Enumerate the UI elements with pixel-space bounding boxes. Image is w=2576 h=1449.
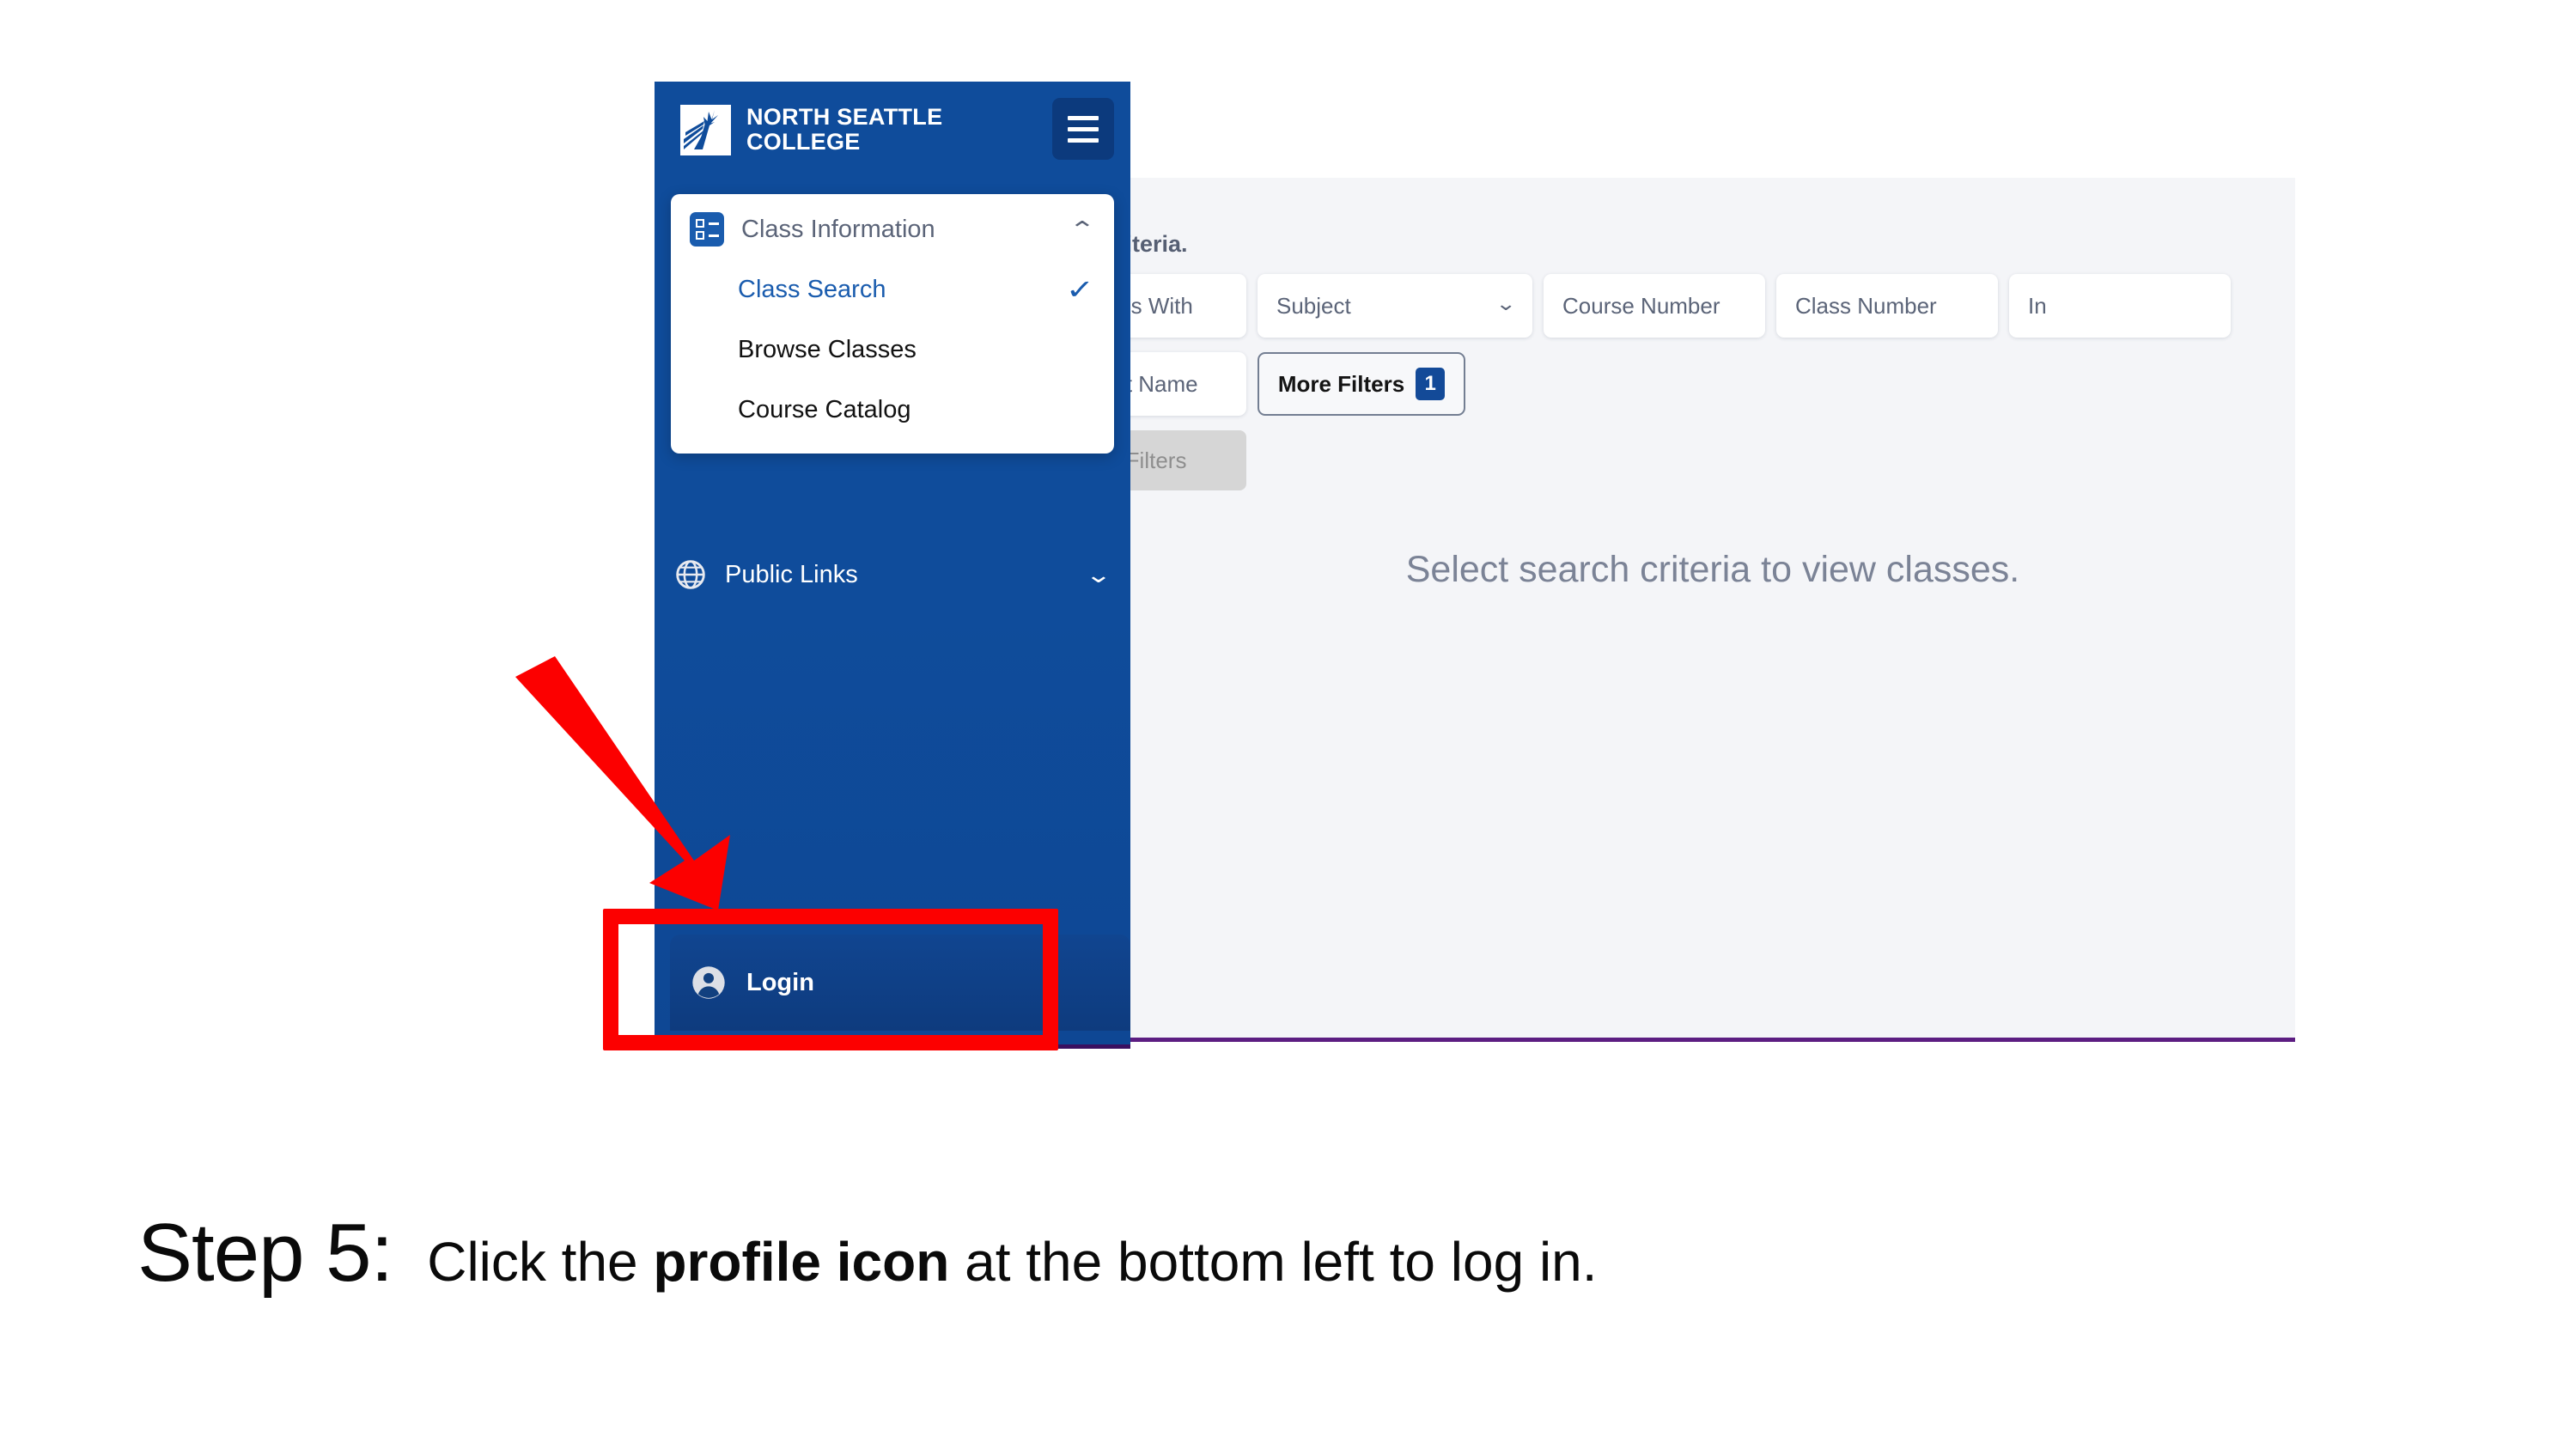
subject-begins-with-label: oject Begins With [1130, 292, 1193, 319]
search-criteria-note: riteria. [1130, 231, 1188, 257]
class-information-label: Class Information [741, 215, 935, 243]
more-filters-button[interactable]: More Filters 1 [1258, 352, 1465, 416]
caption-text-after: at the bottom left to log in. [949, 1231, 1598, 1293]
course-number-input[interactable]: Course Number [1544, 274, 1765, 338]
instructor-label: In [2028, 292, 2047, 319]
chevron-down-icon: ⌄ [1495, 293, 1517, 314]
brand-line-2: COLLEGE [746, 129, 861, 155]
filter-row-3: Reset Filters [1130, 430, 1246, 490]
filter-row-1: oject Begins With Subject ⌄ Course Numbe… [1130, 274, 2231, 338]
chevron-down-icon: ⌄ [1085, 562, 1112, 588]
class-information-dropdown: Class Information ⌃ Class Search ✓ Brows… [671, 194, 1114, 454]
application-screenshot: riteria. oject Begins With Subject ⌄ Cou… [655, 82, 2295, 1049]
browse-classes-label: Browse Classes [738, 335, 917, 363]
empty-state-message: Select search criteria to view classes. [1405, 549, 2020, 590]
globe-icon [676, 560, 705, 589]
sidebar-item-course-catalog[interactable]: Course Catalog [671, 380, 1114, 440]
caption-text-bold: profile icon [653, 1231, 950, 1293]
reset-filters-button[interactable]: Reset Filters [1130, 430, 1246, 490]
filter-row-2: tructor Last Name More Filters 1 [1130, 352, 1465, 416]
chevron-up-icon: ⌃ [1069, 216, 1096, 242]
sidebar-item-browse-classes[interactable]: Browse Classes [671, 320, 1114, 380]
class-number-input[interactable]: Class Number [1776, 274, 1998, 338]
step-caption: Step 5: Click the profile icon at the bo… [137, 1206, 1598, 1300]
instructor-input[interactable]: In [2009, 274, 2231, 338]
more-filters-count-badge: 1 [1416, 368, 1446, 400]
brand-name: NORTH SEATTLE COLLEGE [746, 105, 942, 154]
red-arrow-pointing-to-login [515, 656, 730, 910]
sidebar-item-class-search[interactable]: Class Search ✓ [671, 259, 1114, 320]
brand-header: NORTH SEATTLE COLLEGE [655, 82, 1130, 178]
class-search-content-panel: riteria. oject Begins With Subject ⌄ Cou… [1130, 178, 2295, 1042]
hamburger-bar-1 [1068, 115, 1099, 120]
hamburger-menu-icon[interactable] [1052, 98, 1114, 160]
hamburger-bar-2 [1068, 126, 1099, 131]
checkmark-icon: ✓ [1065, 274, 1095, 305]
caption-text-before: Click the [427, 1231, 654, 1293]
list-grid-icon [690, 212, 724, 247]
instructor-last-name-input[interactable]: tructor Last Name [1130, 352, 1246, 416]
hamburger-bar-3 [1068, 137, 1099, 143]
step-label: Step 5: [137, 1207, 393, 1299]
subject-begins-with-input[interactable]: oject Begins With [1130, 274, 1246, 338]
sidebar-item-public-links[interactable]: Public Links ⌄ [655, 544, 1130, 606]
subject-select[interactable]: Subject ⌄ [1258, 274, 1532, 338]
step-description: Click the profile icon at the bottom lef… [427, 1230, 1597, 1294]
public-links-label: Public Links [725, 560, 858, 588]
course-number-label: Course Number [1562, 292, 1720, 319]
sidebar-item-class-information[interactable]: Class Information ⌃ [671, 199, 1114, 259]
class-search-label: Class Search [738, 275, 886, 303]
comet-star-logo-icon [680, 104, 731, 155]
subject-label: Subject [1276, 292, 1351, 319]
brand-line-1: NORTH SEATTLE [746, 104, 943, 131]
reset-filters-label: Reset Filters [1130, 447, 1187, 473]
more-filters-label: More Filters [1277, 370, 1405, 397]
class-number-label: Class Number [1795, 292, 1937, 319]
course-catalog-label: Course Catalog [738, 395, 911, 423]
instructor-last-name-label: tructor Last Name [1130, 370, 1198, 397]
screenshot-canvas: riteria. oject Begins With Subject ⌄ Cou… [0, 0, 2576, 1449]
red-highlight-box-around-login [603, 909, 1058, 1050]
